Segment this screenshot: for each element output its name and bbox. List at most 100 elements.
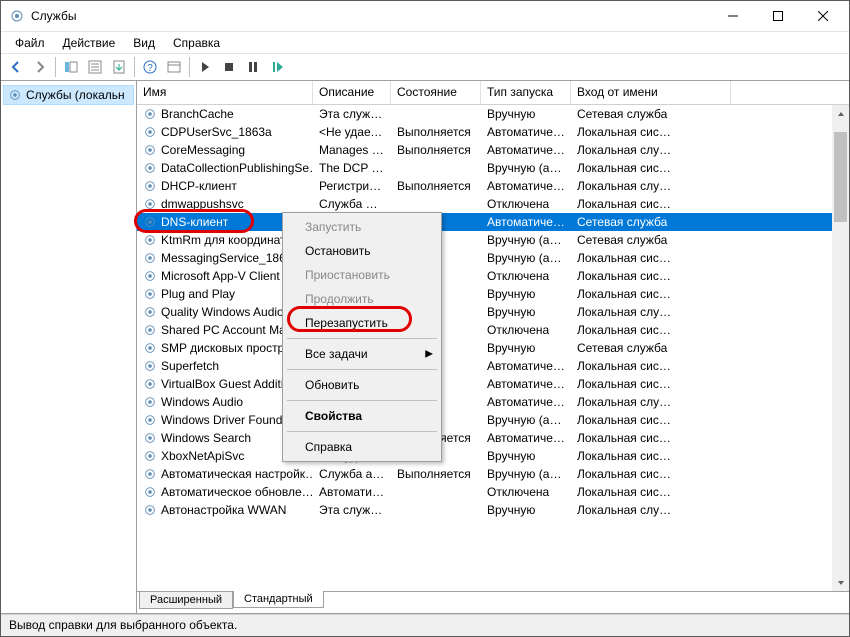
context-menu-item[interactable]: Справка <box>285 435 439 459</box>
table-row[interactable]: MessagingService_1863Вручную (ак…Локальн… <box>137 249 849 267</box>
scroll-down-button[interactable] <box>832 574 849 591</box>
app-icon <box>9 8 25 24</box>
view-tabs: Расширенный Стандартный <box>137 591 849 613</box>
cell-startup: Автоматиче… <box>481 431 571 445</box>
table-row[interactable]: Quality Windows AudioВручнуюЛокальная сл… <box>137 303 849 321</box>
column-status[interactable]: Состояние <box>391 81 481 104</box>
pause-service-button[interactable] <box>242 56 264 78</box>
table-row[interactable]: SMP дисковых прострВручнуюСетевая служба <box>137 339 849 357</box>
cell-startup: Автоматиче… <box>481 215 571 229</box>
table-row[interactable]: CDPUserSvc_1863a<Не удает…ВыполняетсяАвт… <box>137 123 849 141</box>
table-row[interactable]: Microsoft App-V ClientОтключенаЛокальная… <box>137 267 849 285</box>
context-menu-item[interactable]: Все задачи▶ <box>285 342 439 366</box>
service-icon <box>143 467 157 481</box>
table-row[interactable]: Plug and PlayетсяВручнуюЛокальная сис… <box>137 285 849 303</box>
service-icon <box>143 125 157 139</box>
service-name-text: CDPUserSvc_1863a <box>161 125 272 139</box>
cell-startup: Вручную (ак… <box>481 251 571 265</box>
help-button[interactable]: ? <box>139 56 161 78</box>
list-button[interactable] <box>163 56 185 78</box>
column-startup[interactable]: Тип запуска <box>481 81 571 104</box>
table-row[interactable]: Windows AudioетсяАвтоматиче…Локальная сл… <box>137 393 849 411</box>
service-name-text: DNS-клиент <box>161 215 228 229</box>
cell-startup: Автоматиче… <box>481 395 571 409</box>
context-menu-item[interactable]: Остановить <box>285 239 439 263</box>
scroll-thumb[interactable] <box>834 132 847 222</box>
maximize-button[interactable] <box>755 2 800 30</box>
table-row[interactable]: VirtualBox Guest AdditiетсяАвтоматиче…Ло… <box>137 375 849 393</box>
table-row[interactable]: KtmRm для координатВручную (ак…Сетевая с… <box>137 231 849 249</box>
table-row[interactable]: Автоматическая настройк…Служба ав…Выполн… <box>137 465 849 483</box>
cell-description: Эта служб… <box>313 107 391 121</box>
cell-name: DataCollectionPublishingSe… <box>137 161 313 175</box>
back-button[interactable] <box>5 56 27 78</box>
cell-logon: Локальная слу… <box>571 503 731 517</box>
menu-file[interactable]: Файл <box>7 34 53 52</box>
svg-text:?: ? <box>147 63 153 74</box>
table-row[interactable]: Автоматическое обновле…Автомати…Отключен… <box>137 483 849 501</box>
cell-startup: Вручную <box>481 449 571 463</box>
cell-state: Выполняется <box>391 143 481 157</box>
table-row[interactable]: XboxNetApiSvc<Не удает…ВручнуюЛокальная … <box>137 447 849 465</box>
properties-button[interactable] <box>84 56 106 78</box>
cell-logon: Локальная сис… <box>571 377 731 391</box>
table-row[interactable]: Автонастройка WWANЭта служб…ВручнуюЛокал… <box>137 501 849 519</box>
cell-name: CoreMessaging <box>137 143 313 157</box>
table-row[interactable]: Windows Driver FoundетсяВручную (ак…Лока… <box>137 411 849 429</box>
table-row[interactable]: Windows SearchИндексиро…ВыполняетсяАвтом… <box>137 429 849 447</box>
table-row[interactable]: SuperfetchетсяАвтоматиче…Локальная сис… <box>137 357 849 375</box>
tab-standard[interactable]: Стандартный <box>233 591 324 608</box>
context-menu-item[interactable]: Перезапустить <box>285 311 439 335</box>
service-icon <box>143 233 157 247</box>
column-name[interactable]: Имя <box>137 81 313 104</box>
service-name-text: VirtualBox Guest Additi <box>161 377 284 391</box>
cell-name: Автонастройка WWAN <box>137 503 313 517</box>
cell-description: Служба м… <box>313 197 391 211</box>
menu-help[interactable]: Справка <box>165 34 228 52</box>
table-row[interactable]: DNS-клиентетсяАвтоматиче…Сетевая служба <box>137 213 849 231</box>
service-icon <box>143 449 157 463</box>
scroll-track[interactable] <box>832 122 849 574</box>
context-menu-item: Запустить <box>285 215 439 239</box>
forward-button[interactable] <box>29 56 51 78</box>
window-title: Службы <box>31 9 710 23</box>
context-menu-item[interactable]: Свойства <box>285 404 439 428</box>
grid-body[interactable]: BranchCacheЭта служб…ВручнуюСетевая служ… <box>137 105 849 591</box>
context-menu-item[interactable]: Обновить <box>285 373 439 397</box>
show-hide-tree-button[interactable] <box>60 56 82 78</box>
context-menu-item: Продолжить <box>285 287 439 311</box>
service-icon <box>143 143 157 157</box>
scroll-up-button[interactable] <box>832 105 849 122</box>
service-name-text: Автонастройка WWAN <box>161 503 286 517</box>
stop-service-button[interactable] <box>218 56 240 78</box>
start-service-button[interactable] <box>194 56 216 78</box>
service-icon <box>143 323 157 337</box>
menu-view[interactable]: Вид <box>125 34 163 52</box>
cell-logon: Сетевая служба <box>571 233 731 247</box>
cell-logon: Сетевая служба <box>571 341 731 355</box>
tab-extended[interactable]: Расширенный <box>139 592 233 609</box>
table-row[interactable]: CoreMessagingManages c…ВыполняетсяАвтома… <box>137 141 849 159</box>
cell-logon: Локальная сис… <box>571 287 731 301</box>
tree-root-node[interactable]: Службы (локальн <box>3 85 134 105</box>
menu-action[interactable]: Действие <box>55 34 124 52</box>
restart-service-button[interactable] <box>266 56 288 78</box>
minimize-button[interactable] <box>710 2 755 30</box>
service-icon <box>143 413 157 427</box>
table-row[interactable]: DHCP-клиентРегистрир…ВыполняетсяАвтомати… <box>137 177 849 195</box>
cell-logon: Локальная сис… <box>571 413 731 427</box>
table-row[interactable]: dmwappushsvcСлужба м…ОтключенаЛокальная … <box>137 195 849 213</box>
close-button[interactable] <box>800 2 845 30</box>
table-row[interactable]: BranchCacheЭта служб…ВручнуюСетевая служ… <box>137 105 849 123</box>
export-button[interactable] <box>108 56 130 78</box>
service-name-text: dmwappushsvc <box>161 197 244 211</box>
vertical-scrollbar[interactable] <box>832 105 849 591</box>
service-icon <box>143 305 157 319</box>
cell-startup: Вручную <box>481 287 571 301</box>
column-logon[interactable]: Вход от имени <box>571 81 731 104</box>
table-row[interactable]: DataCollectionPublishingSe…The DCP (…Вру… <box>137 159 849 177</box>
service-name-text: Superfetch <box>161 359 219 373</box>
context-menu-separator <box>287 338 437 339</box>
column-description[interactable]: Описание <box>313 81 391 104</box>
table-row[interactable]: Shared PC Account MaОтключенаЛокальная с… <box>137 321 849 339</box>
